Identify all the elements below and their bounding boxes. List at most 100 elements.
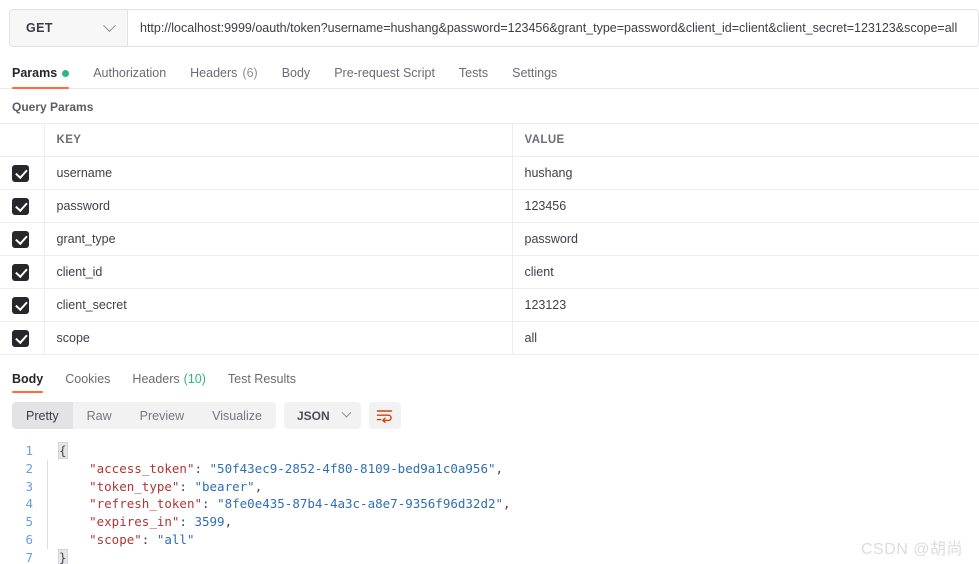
- code-line: 3 "token_type": "bearer",: [0, 477, 979, 496]
- column-header-check: [0, 123, 45, 157]
- param-key-cell[interactable]: scope: [44, 321, 513, 355]
- tab-params-label: Params: [12, 66, 58, 80]
- row-checkbox-cell[interactable]: [0, 255, 45, 289]
- response-tab-body[interactable]: Body: [8, 364, 54, 393]
- response-tab-test-results[interactable]: Test Results: [217, 364, 307, 393]
- code-line: 5 "expires_in": 3599,: [0, 513, 979, 531]
- checkbox-checked-icon[interactable]: [12, 329, 29, 347]
- response-body-json[interactable]: 1 { 2 "access_token": "50f43ec9-2852-4f8…: [0, 438, 979, 564]
- tab-body[interactable]: Body: [270, 58, 323, 88]
- line-number: 2: [25, 460, 33, 476]
- response-language-label: JSON: [296, 408, 330, 423]
- tab-authorization[interactable]: Authorization: [81, 58, 178, 88]
- table-row: password 123456: [0, 189, 979, 223]
- word-wrap-icon: [376, 410, 393, 423]
- http-method-select[interactable]: GET: [10, 10, 128, 46]
- line-number: 7: [25, 549, 33, 564]
- tab-pre-request-script[interactable]: Pre-request Script: [322, 58, 447, 88]
- chevron-down-icon: [103, 18, 116, 32]
- row-checkbox-cell[interactable]: [0, 321, 45, 355]
- checkbox-checked-icon[interactable]: [12, 197, 29, 215]
- checkbox-checked-icon[interactable]: [12, 263, 29, 281]
- view-mode-visualize[interactable]: Visualize: [198, 402, 276, 429]
- tab-headers-count: (6): [242, 66, 258, 80]
- row-checkbox-cell[interactable]: [0, 288, 45, 322]
- tab-tests-label: Tests: [458, 66, 489, 80]
- request-tabs: Params Authorization Headers (6) Body Pr…: [0, 59, 979, 89]
- table-row: username hushang: [0, 156, 979, 190]
- code-text: "refresh_token": "8fe0e435-87b4-4a3c-a8e…: [89, 496, 511, 512]
- fold-gutter: [44, 477, 59, 496]
- json-value: "bearer": [194, 478, 255, 494]
- code-line: 7 }: [0, 548, 979, 564]
- param-key-cell[interactable]: client_secret: [44, 288, 513, 322]
- response-language-select[interactable]: JSON: [283, 402, 361, 429]
- response-view-mode-group: Pretty Raw Preview Visualize: [12, 402, 276, 429]
- param-key-cell[interactable]: client_id: [44, 255, 513, 289]
- query-params-table: KEY VALUE username hushang password 1234…: [0, 123, 979, 355]
- tab-settings[interactable]: Settings: [500, 58, 569, 88]
- checkbox-checked-icon[interactable]: [12, 164, 29, 182]
- tab-params[interactable]: Params: [8, 58, 81, 89]
- query-params-heading: Query Params: [12, 100, 94, 114]
- tab-tests[interactable]: Tests: [447, 58, 500, 88]
- code-text: "access_token": "50f43ec9-2852-4f80-8109…: [89, 460, 504, 476]
- fold-gutter: [44, 513, 59, 531]
- fold-gutter: [44, 495, 59, 514]
- response-tab-headers-count: (10): [183, 371, 206, 386]
- code-text: "scope": "all": [89, 531, 195, 547]
- line-number: 4: [25, 496, 33, 512]
- table-header-row: KEY VALUE: [0, 123, 979, 157]
- word-wrap-button[interactable]: [368, 402, 401, 429]
- code-line: 4 "refresh_token": "8fe0e435-87b4-4a3c-a…: [0, 495, 979, 514]
- param-value-cell[interactable]: 123456: [512, 189, 979, 223]
- checkbox-checked-icon[interactable]: [12, 230, 29, 248]
- row-checkbox-cell[interactable]: [0, 222, 45, 256]
- response-tabs: Body Cookies Headers (10) Test Results: [0, 364, 979, 393]
- param-value-cell[interactable]: all: [512, 321, 979, 355]
- checkbox-checked-icon[interactable]: [12, 296, 29, 314]
- response-tab-test-results-label: Test Results: [227, 371, 296, 386]
- code-line: 6 "scope": "all": [0, 530, 979, 549]
- url-input[interactable]: http://localhost:9999/oauth/token?userna…: [128, 10, 978, 46]
- table-row: grant_type password: [0, 222, 979, 256]
- param-value-cell[interactable]: hushang: [512, 156, 979, 190]
- view-mode-preview[interactable]: Preview: [126, 402, 198, 429]
- code-line: 2 "access_token": "50f43ec9-2852-4f80-81…: [0, 459, 979, 478]
- watermark: CSDN @胡尚: [860, 541, 963, 558]
- code-text: "token_type": "bearer",: [89, 478, 263, 494]
- tab-authorization-label: Authorization: [93, 66, 167, 80]
- line-number: 3: [25, 478, 33, 494]
- column-header-key: KEY: [44, 123, 513, 157]
- param-value-cell[interactable]: 123123: [512, 288, 979, 322]
- json-key: "scope": [89, 531, 142, 547]
- tab-body-label: Body: [281, 66, 311, 80]
- param-key-cell[interactable]: password: [44, 189, 513, 223]
- code-text: {: [58, 442, 68, 459]
- param-value-cell[interactable]: password: [512, 222, 979, 256]
- fold-gutter: [44, 530, 59, 549]
- unsaved-dot-icon: [62, 69, 70, 77]
- code-text: "expires_in": 3599,: [89, 514, 233, 530]
- response-tab-headers[interactable]: Headers (10): [121, 364, 216, 393]
- param-key-cell[interactable]: grant_type: [44, 222, 513, 256]
- tab-headers-label: Headers: [190, 66, 238, 80]
- response-tab-cookies[interactable]: Cookies: [54, 364, 121, 393]
- view-mode-pretty[interactable]: Pretty: [12, 402, 73, 429]
- row-checkbox-cell[interactable]: [0, 189, 45, 223]
- line-number: 5: [25, 514, 33, 530]
- response-format-toolbar: Pretty Raw Preview Visualize JSON: [0, 393, 979, 438]
- fold-gutter: [44, 549, 59, 564]
- param-value-cell[interactable]: client: [512, 255, 979, 289]
- response-tab-cookies-label: Cookies: [65, 371, 111, 386]
- line-number: 6: [25, 531, 33, 547]
- row-checkbox-cell[interactable]: [0, 156, 45, 190]
- fold-gutter: [44, 442, 59, 460]
- param-key-cell[interactable]: username: [44, 156, 513, 190]
- code-text: }: [58, 548, 68, 564]
- tab-headers[interactable]: Headers (6): [178, 58, 270, 88]
- json-key: "expires_in": [89, 514, 180, 530]
- http-method-label: GET: [26, 21, 53, 35]
- fold-gutter: [44, 459, 59, 478]
- view-mode-raw[interactable]: Raw: [73, 402, 126, 429]
